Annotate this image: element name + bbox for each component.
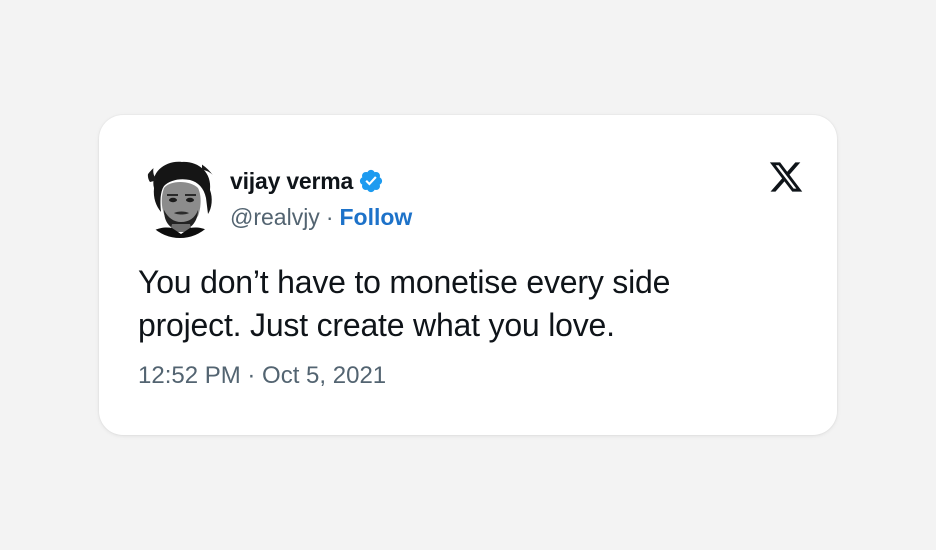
avatar[interactable] — [140, 158, 220, 238]
x-logo-icon[interactable] — [767, 159, 805, 195]
separator-dot: · — [325, 203, 334, 230]
author-name-row: vijay verma — [230, 165, 384, 197]
verified-badge-icon — [358, 168, 384, 194]
author-name[interactable]: vijay verma — [230, 168, 353, 195]
avatar-photo — [140, 158, 220, 238]
handle-row: @realvjy · Follow — [230, 201, 412, 233]
tweet-timestamp[interactable]: 12:52 PM · Oct 5, 2021 — [138, 362, 386, 390]
follow-button[interactable]: Follow — [339, 204, 412, 231]
author-handle[interactable]: @realvjy — [230, 204, 320, 231]
tweet-text: You don’t have to monetise every side pr… — [138, 264, 671, 343]
tweet-card[interactable]: vijay verma @realvjy · Follow You don’t … — [99, 115, 837, 435]
